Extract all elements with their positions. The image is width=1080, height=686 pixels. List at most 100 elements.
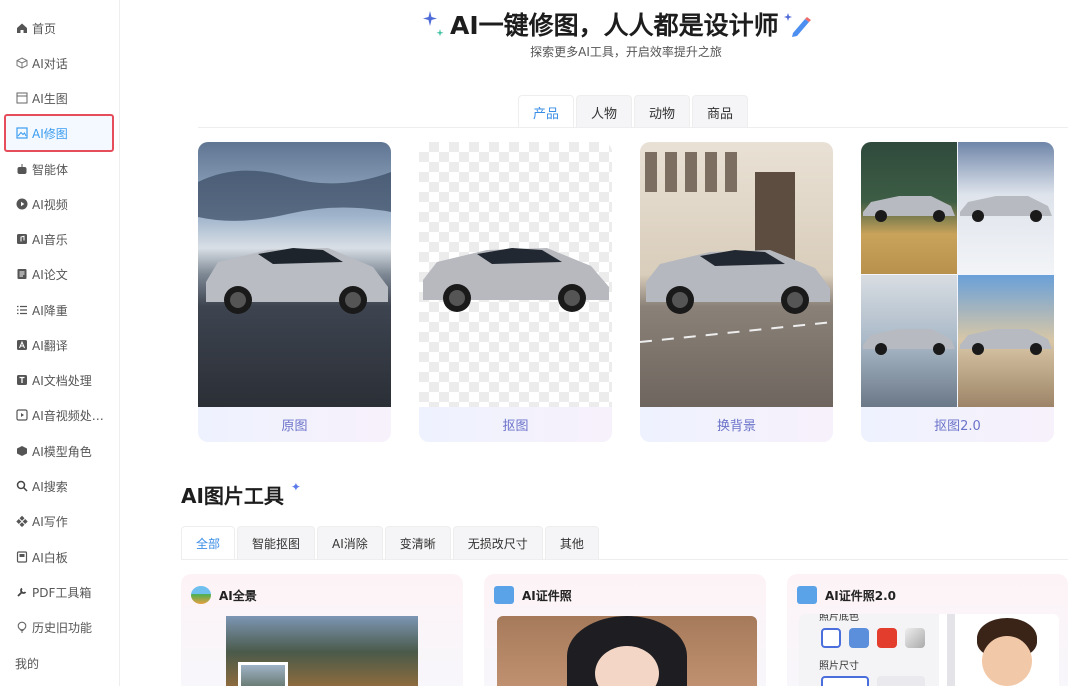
sidebar-item-label: AI文档处理 <box>32 373 92 388</box>
bg-color-label: 照片底色 <box>819 614 859 623</box>
demo-caption: 抠图 <box>419 407 612 442</box>
bulb-icon <box>15 621 28 634</box>
id-photo-icon <box>797 586 817 604</box>
sidebar-item-label: AI模型角色 <box>32 444 92 459</box>
tool-filter-tabs: 全部 智能抠图 AI消除 变清晰 无损改尺寸 其他 <box>181 526 601 560</box>
sparkle-icon <box>420 9 450 39</box>
color-option-gray[interactable] <box>905 628 925 648</box>
sidebar-item-ai-retouch[interactable]: AI修图 <box>4 114 114 152</box>
demo-image-original <box>198 142 391 407</box>
settings-panel: 照片底色 照片尺寸 <box>799 614 939 686</box>
sidebar-item-ai-chat[interactable]: AI对话 <box>4 45 114 81</box>
tab-lossless-resize[interactable]: 无损改尺寸 <box>452 526 543 560</box>
robot-icon <box>15 163 28 176</box>
sidebar-item-label: AI写作 <box>32 514 68 529</box>
car-cutout-icon <box>423 248 609 312</box>
sidebar-item-label: 首页 <box>32 21 57 36</box>
tool-card-header: AI证件照2.0 <box>797 584 896 606</box>
demo-image-cutout-2 <box>861 142 1054 407</box>
sidebar-item-ai-paper[interactable]: AI论文 <box>4 256 114 292</box>
tab-smart-cutout[interactable]: 智能抠图 <box>237 526 316 560</box>
tab-animal[interactable]: 动物 <box>634 95 691 128</box>
write-icon <box>15 515 28 528</box>
sidebar-item-label: AI白板 <box>32 550 68 565</box>
sidebar-item-label: AI生图 <box>32 91 68 106</box>
sidebar-item-ai-translate[interactable]: AI翻译 <box>4 327 114 363</box>
demo-card-cutout-2[interactable]: 抠图2.0 <box>861 142 1054 442</box>
image-edit-icon <box>15 127 28 140</box>
media-icon <box>15 409 28 422</box>
tabs-divider <box>198 127 1068 128</box>
sidebar-item-label: AI音乐 <box>32 232 68 247</box>
tab-all[interactable]: 全部 <box>181 526 236 560</box>
tool-card-preview <box>497 616 757 686</box>
tab-product[interactable]: 产品 <box>518 95 575 128</box>
tool-card-ai-panorama[interactable]: AI全景 <box>181 574 463 686</box>
wrench-icon <box>15 586 28 599</box>
id-photo-icon <box>494 586 514 604</box>
sidebar-item-ai-search[interactable]: AI搜索 <box>4 468 114 504</box>
preview-thumbnail <box>238 662 288 686</box>
sidebar-item-ai-writing[interactable]: AI写作 <box>4 503 114 539</box>
demo-card-replace-bg[interactable]: 换背景 <box>640 142 833 442</box>
tool-card-ai-id-photo[interactable]: AI证件照 <box>484 574 766 686</box>
sidebar-item-ai-rewrite[interactable]: AI降重 <box>4 292 114 328</box>
sidebar-item-ai-whiteboard[interactable]: AI白板 <box>4 539 114 575</box>
demo-card-cutout[interactable]: 抠图 <box>419 142 612 442</box>
section-title-text: AI图片工具 <box>181 484 284 508</box>
tab-goods[interactable]: 商品 <box>692 95 749 128</box>
sidebar-item-label: AI翻译 <box>32 338 68 353</box>
page-title-row: AI一键修图，人人都是设计师 <box>420 6 840 42</box>
sidebar-item-label: AI音视频处… <box>32 408 104 423</box>
preview-child-photo <box>947 614 1059 686</box>
tab-other[interactable]: 其他 <box>544 526 599 560</box>
car-grid-icon <box>863 196 1052 355</box>
sidebar-item-home[interactable]: 首页 <box>4 10 114 46</box>
home-icon <box>15 22 28 35</box>
color-option-blue[interactable] <box>849 628 869 648</box>
play-icon <box>15 198 28 211</box>
photo-size-label: 照片尺寸 <box>819 661 859 672</box>
doc-process-icon <box>15 374 28 387</box>
sidebar-item-agent[interactable]: 智能体 <box>4 151 114 187</box>
tool-card-title: AI全景 <box>219 588 257 603</box>
sidebar-item-ai-model-role[interactable]: AI模型角色 <box>4 433 114 469</box>
search-icon <box>15 480 28 493</box>
sidebar-item-ai-music[interactable]: AI音乐 <box>4 221 114 257</box>
demo-image-cutout <box>419 142 612 407</box>
color-option-white[interactable] <box>821 628 841 648</box>
list-icon <box>15 304 28 317</box>
sidebar-item-ai-media-process[interactable]: AI音视频处… <box>4 397 114 433</box>
sidebar-item-label: 历史旧功能 <box>32 620 93 635</box>
tool-card-header: AI证件照 <box>494 584 572 606</box>
sidebar-item-ai-doc-process[interactable]: AI文档处理 <box>4 362 114 398</box>
sidebar-item-pdf-tools[interactable]: PDF工具箱 <box>4 574 114 610</box>
tool-card-ai-id-photo-2[interactable]: AI证件照2.0 照片底色 照片尺寸 <box>787 574 1068 686</box>
tool-card-preview: 照片底色 照片尺寸 <box>799 614 1059 686</box>
sidebar-item-label: AI降重 <box>32 303 68 318</box>
demo-card-original[interactable]: 原图 <box>198 142 391 442</box>
size-option[interactable] <box>877 676 925 686</box>
tab-people[interactable]: 人物 <box>576 95 633 128</box>
category-tabs: 产品 人物 动物 商品 <box>518 95 750 128</box>
sidebar-item-legacy[interactable]: 历史旧功能 <box>4 609 114 645</box>
tool-card-title: AI证件照 <box>522 588 572 603</box>
app-root: 首页 AI对话 AI生图 AI修图 智能体 AI视频 AI音乐 AI论文 AI降… <box>0 0 1080 686</box>
page-title: AI一键修图，人人都是设计师 <box>450 11 779 40</box>
demo-caption: 抠图2.0 <box>861 407 1054 442</box>
sidebar-item-ai-video[interactable]: AI视频 <box>4 186 114 222</box>
demo-image-replace-bg <box>640 142 833 407</box>
tab-sharpen[interactable]: 变清晰 <box>384 526 451 560</box>
page-subtitle: 探索更多AI工具，开启效率提升之旅 <box>530 45 722 59</box>
sidebar-item-mine[interactable]: 我的 <box>4 645 114 681</box>
size-option[interactable] <box>821 676 869 686</box>
sidebar-item-label: 智能体 <box>32 162 69 177</box>
sidebar-item-ai-image[interactable]: AI生图 <box>4 80 114 116</box>
tool-card-title: AI证件照2.0 <box>825 588 897 603</box>
building-street-icon <box>640 152 833 343</box>
color-option-red[interactable] <box>877 628 897 648</box>
whiteboard-icon <box>15 551 28 564</box>
music-icon <box>15 233 28 246</box>
preview-face <box>982 636 1032 686</box>
tab-ai-erase[interactable]: AI消除 <box>317 526 383 560</box>
